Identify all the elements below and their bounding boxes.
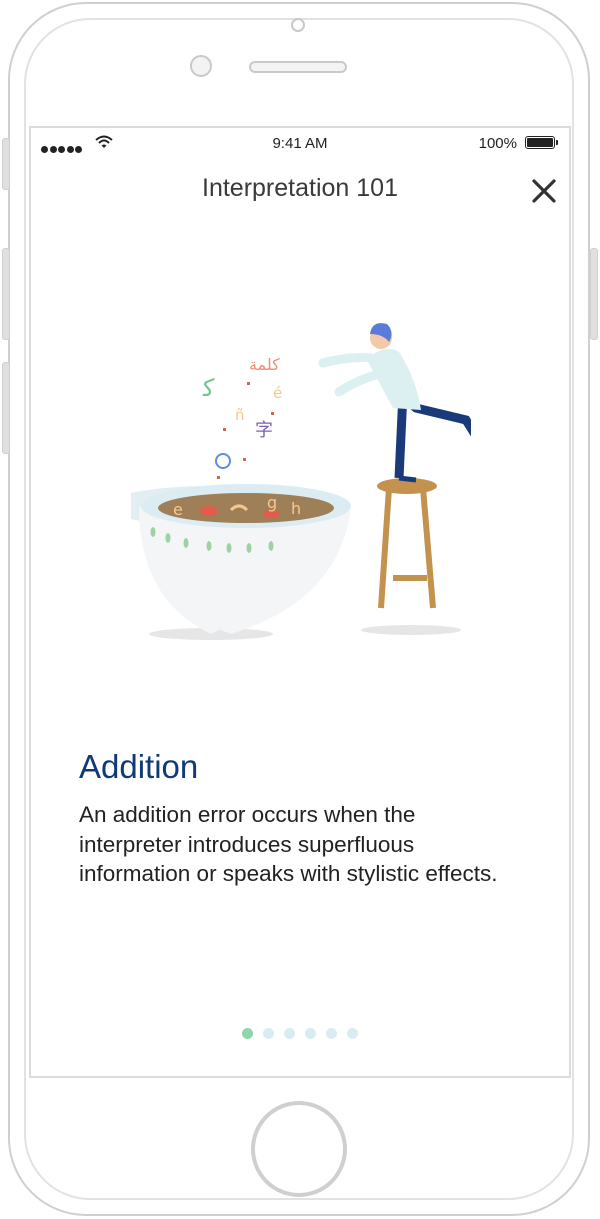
- glyph-e-accent: é: [273, 384, 282, 402]
- page-dot[interactable]: [326, 1028, 337, 1039]
- soup-bowl-illustration: e g h كلمة ﮐ é ñ 字: [131, 323, 471, 640]
- status-bar: 9:41 AM 100%: [31, 128, 569, 160]
- volume-up-button: [2, 248, 10, 340]
- proximity-sensor: [190, 55, 212, 77]
- close-icon[interactable]: [529, 176, 559, 206]
- home-button[interactable]: [251, 1101, 347, 1197]
- page-dot[interactable]: [305, 1028, 316, 1039]
- glyph-arabic: كلمة: [249, 355, 280, 374]
- page-indicator: [31, 1026, 569, 1044]
- battery-percentage: 100%: [478, 135, 517, 152]
- volume-down-button: [2, 362, 10, 454]
- page-dot[interactable]: [263, 1028, 274, 1039]
- page-title: Interpretation 101: [202, 174, 398, 202]
- page-dot[interactable]: [284, 1028, 295, 1039]
- section-description: An addition error occurs when the interp…: [79, 802, 498, 886]
- glyph-n-tilde: ñ: [235, 406, 245, 424]
- glyph-e: e: [173, 500, 183, 519]
- glyph-chinese: 字: [255, 420, 273, 441]
- page-dot[interactable]: [242, 1028, 253, 1039]
- mute-switch: [2, 138, 10, 190]
- svg-text:ﮐ: ﮐ: [202, 374, 215, 402]
- glyph-g: g: [267, 493, 277, 512]
- earpiece-speaker: [249, 61, 347, 73]
- front-camera: [291, 18, 305, 32]
- section-heading: Addition: [79, 748, 199, 785]
- battery-icon: [525, 136, 558, 149]
- power-button: [590, 248, 598, 340]
- glyph-h: h: [291, 499, 301, 518]
- page-dot[interactable]: [347, 1028, 358, 1039]
- app-screen: 9:41 AM 100% Interpretation 101 e g h كل…: [29, 126, 571, 1078]
